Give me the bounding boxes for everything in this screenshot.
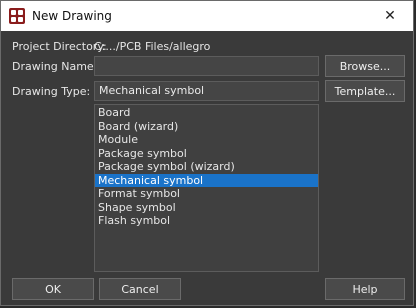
drawing-type-label: Drawing Type:	[12, 85, 91, 98]
cancel-button[interactable]: Cancel	[99, 278, 181, 300]
project-directory-value: C:.../PCB Files/allegro	[94, 40, 211, 53]
drawing-type-item[interactable]: Mechanical symbol	[95, 173, 318, 187]
project-directory-label: Project Directory:	[12, 40, 107, 53]
drawing-type-item[interactable]: Board	[95, 106, 318, 120]
drawing-type-item[interactable]: Module	[95, 133, 318, 147]
drawing-name-input[interactable]	[94, 56, 319, 76]
drawing-type-item[interactable]: Shape symbol	[95, 201, 318, 215]
drawing-type-field[interactable]: Mechanical symbol	[94, 81, 319, 101]
template-button[interactable]: Template...	[325, 80, 405, 102]
drawing-type-item[interactable]: Board (wizard)	[95, 120, 318, 134]
new-drawing-dialog: New Drawing ✕ Project Directory: C:.../P…	[0, 0, 414, 306]
drawing-type-item[interactable]: Flash symbol	[95, 214, 318, 228]
help-button[interactable]: Help	[325, 278, 405, 300]
title-bar: New Drawing ✕	[1, 1, 413, 31]
window-title: New Drawing	[32, 9, 112, 23]
close-icon[interactable]: ✕	[367, 1, 413, 31]
app-icon	[9, 8, 25, 24]
drawing-type-item[interactable]: Package symbol (wizard)	[95, 160, 318, 174]
drawing-type-item[interactable]: Format symbol	[95, 187, 318, 201]
drawing-name-label: Drawing Name:	[12, 60, 98, 73]
drawing-type-list[interactable]: Board Board (wizard) Module Package symbol P…	[94, 104, 319, 272]
browse-button[interactable]: Browse...	[325, 55, 405, 77]
ok-button[interactable]: OK	[12, 278, 94, 300]
drawing-type-item[interactable]: Package symbol	[95, 147, 318, 161]
